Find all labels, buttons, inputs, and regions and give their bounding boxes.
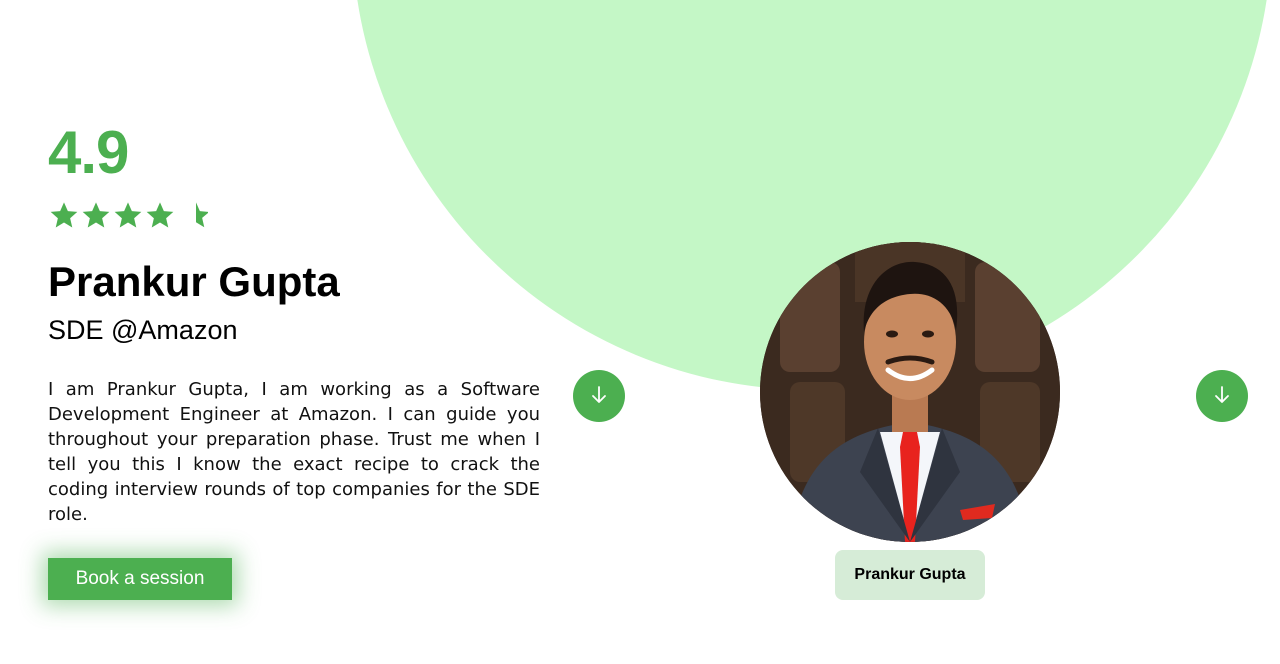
mentor-name: Prankur Gupta	[48, 258, 340, 305]
mentor-photo	[760, 242, 1060, 542]
star-icon	[80, 197, 112, 233]
carousel-next-button[interactable]	[1196, 370, 1248, 422]
star-icon	[48, 197, 80, 233]
carousel-prev-button[interactable]	[573, 370, 625, 422]
mentor-bio: I am Prankur Gupta, I am working as a So…	[48, 379, 540, 525]
star-icon	[112, 197, 144, 233]
rating-value: 4.9	[48, 119, 129, 186]
arrow-down-icon	[1210, 383, 1234, 410]
mentor-name-chip[interactable]: Prankur Gupta	[835, 550, 985, 600]
arrow-down-icon	[587, 383, 611, 410]
star-icon	[144, 197, 176, 233]
book-session-button[interactable]: Book a session	[48, 558, 232, 600]
mentor-portrait-illustration	[760, 242, 1060, 542]
half-star-icon	[176, 197, 208, 233]
rating-stars	[48, 197, 208, 233]
mentor-role: SDE @Amazon	[48, 315, 238, 345]
